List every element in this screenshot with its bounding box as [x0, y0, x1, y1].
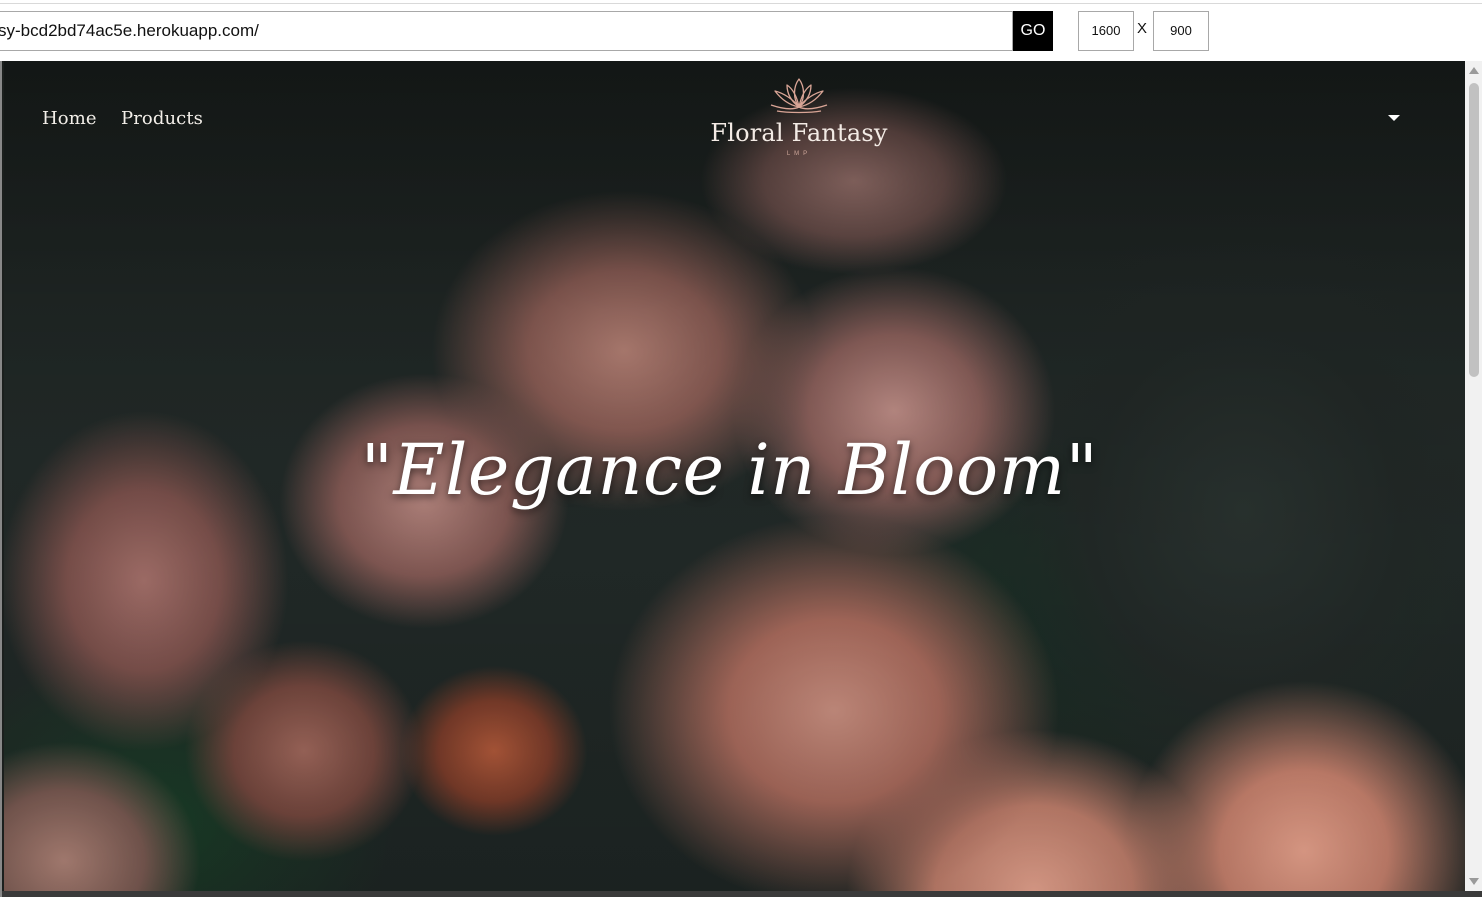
vertical-scrollbar[interactable] — [1465, 61, 1482, 891]
hero-headline: "Elegance in Bloom" — [360, 429, 1099, 511]
frame-bottom-edge — [2, 891, 1482, 897]
height-input[interactable]: 900 — [1153, 11, 1209, 51]
lotus-icon — [770, 78, 828, 114]
width-input[interactable]: 1600 — [1078, 11, 1134, 51]
menu-dropdown-toggle[interactable] — [1384, 111, 1404, 127]
scrollbar-thumb[interactable] — [1469, 83, 1479, 377]
hero-section: Home Products Floral Fantasy LMP "Elegan… — [4, 61, 1465, 891]
nav-home-link[interactable]: Home — [42, 108, 97, 129]
divider — [0, 3, 1482, 4]
site-preview-frame: Home Products Floral Fantasy LMP "Elegan… — [0, 61, 1482, 897]
logo-name: Floral Fantasy — [710, 119, 888, 147]
url-input[interactable]: sy-bcd2bd74ac5e.herokuapp.com/ — [0, 11, 1013, 51]
size-separator: X — [1137, 20, 1148, 37]
scroll-up-arrow-icon[interactable] — [1469, 67, 1479, 74]
nav-products-link[interactable]: Products — [121, 108, 203, 129]
responsive-tester-bar: sy-bcd2bd74ac5e.herokuapp.com/ GO 1600 X… — [0, 0, 1482, 61]
site-logo[interactable]: Floral Fantasy LMP — [699, 75, 899, 165]
logo-tagline: LMP — [786, 151, 812, 157]
scroll-down-arrow-icon[interactable] — [1469, 878, 1479, 885]
caret-down-icon — [1388, 115, 1400, 121]
go-button[interactable]: GO — [1013, 11, 1053, 51]
